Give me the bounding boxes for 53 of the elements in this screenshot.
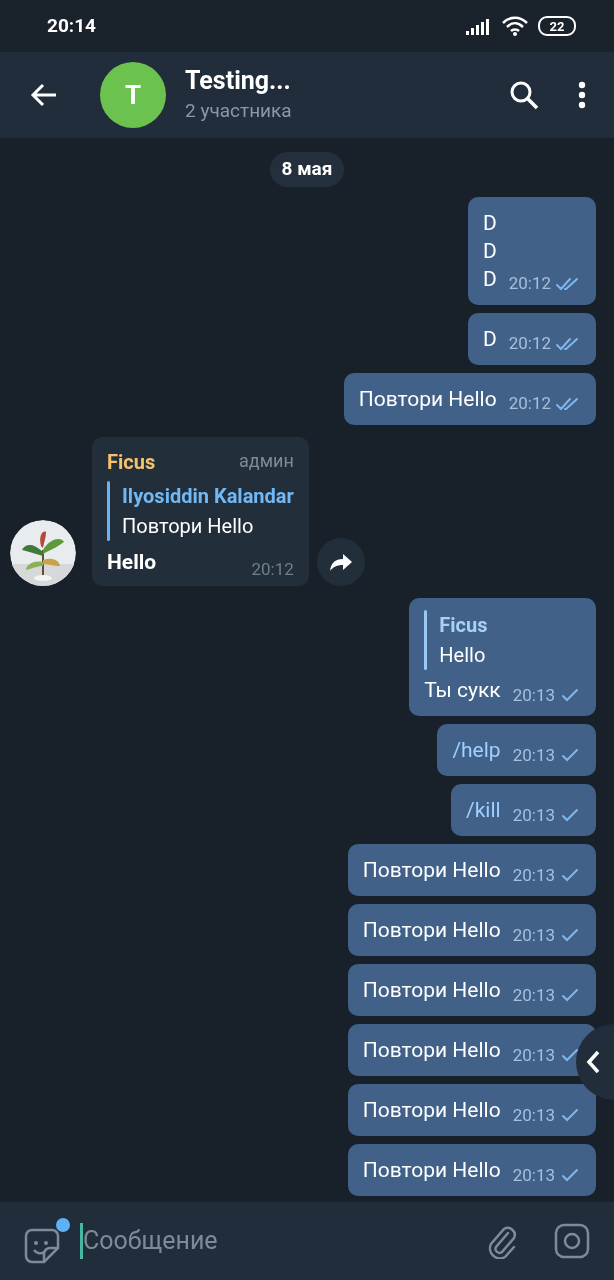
chat-title: Testing... (185, 64, 292, 97)
signal-icon (466, 17, 492, 35)
message-text: Повтори Hello (362, 1157, 501, 1184)
message-time: 20:13 (512, 683, 555, 707)
date-chip: 8 мая (269, 152, 345, 187)
sticker-icon (24, 1228, 60, 1264)
member-count: 2 участника (185, 97, 293, 124)
message-text: Повтори Hello (362, 1097, 501, 1124)
menu-icon (578, 81, 586, 109)
message-text: Повтори Hello (362, 1037, 501, 1064)
back-icon (30, 83, 58, 107)
message-text: Повтори Hello (362, 917, 501, 944)
chat-avatar: T (100, 62, 166, 128)
message-text: /help (452, 737, 501, 764)
message-text: D (482, 325, 497, 353)
quote-bar (424, 610, 428, 670)
quote-author: Ilyosiddin Kalandar (122, 482, 294, 510)
message-time: 20:13 (512, 983, 555, 1007)
message-text: Повтори Hello (358, 385, 497, 413)
quote-text: Повтори Hello (122, 512, 255, 540)
message-time: 20:12 (251, 557, 294, 581)
share-button[interactable] (316, 538, 365, 586)
message-time: 20:13 (512, 803, 555, 827)
sender-name: Ficus (107, 448, 156, 476)
sticker-button[interactable] (24, 1218, 70, 1264)
clock: 20:14 (47, 12, 96, 39)
quote-bar (107, 480, 110, 541)
message-text: Hello (107, 548, 157, 576)
message-time: 20:13 (512, 1163, 555, 1187)
message-time: 20:12 (508, 392, 551, 415)
message-composer[interactable]: Сообщение (0, 1202, 614, 1280)
message-text: D D D (482, 209, 497, 293)
message-time: 20:12 (508, 332, 551, 355)
battery-indicator: 22 (538, 16, 576, 36)
message-time: 20:13 (512, 863, 555, 887)
quote-text: Hello (439, 642, 487, 669)
message-text: Ты сукк (424, 677, 501, 704)
message-time: 20:12 (508, 272, 551, 295)
message-text: /kill (466, 797, 501, 824)
message-time: 20:13 (512, 743, 555, 767)
wifi-icon (502, 16, 528, 36)
quote-author: Ficus (439, 612, 488, 639)
role-label: админ (239, 448, 294, 473)
message-time: 20:13 (512, 923, 555, 947)
message-time: 20:13 (512, 1043, 555, 1067)
message-time: 20:13 (512, 1103, 555, 1127)
message-text: Повтори Hello (362, 857, 501, 884)
search-icon (509, 80, 539, 110)
camera-button[interactable] (552, 1221, 592, 1261)
share-icon (328, 552, 353, 572)
message-text: Повтори Hello (362, 977, 501, 1004)
camera-icon (554, 1223, 590, 1259)
chevron-left-icon (586, 1050, 600, 1074)
